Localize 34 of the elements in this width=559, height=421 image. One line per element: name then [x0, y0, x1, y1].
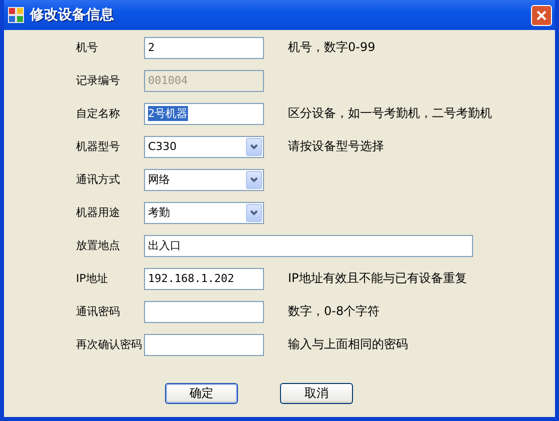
dropdown[interactable]: 网络: [144, 168, 264, 190]
ok-button[interactable]: 确定: [165, 383, 238, 404]
hint-text: 区分设备，如一号考勤机，二号考勤机: [288, 105, 492, 122]
text-field[interactable]: 192.168.1.202: [144, 268, 264, 290]
dropdown[interactable]: C330: [144, 136, 264, 158]
close-button[interactable]: [531, 4, 552, 26]
field-label: 记录编号: [76, 73, 121, 88]
field-label: 通讯方式: [76, 172, 121, 187]
window-title: 修改设备信息: [30, 6, 115, 24]
hint-text: 输入与上面相同的密码: [288, 336, 408, 353]
field-label: 放置地点: [76, 238, 121, 253]
text-field[interactable]: 2: [144, 36, 264, 58]
chevron-down-icon[interactable]: [246, 170, 262, 188]
field-label: 机器型号: [76, 139, 121, 154]
hint-text: IP地址有效且不能与已有设备重复: [288, 270, 467, 287]
app-icon: [8, 7, 24, 23]
field-label: 机号: [76, 40, 99, 55]
text-field[interactable]: [144, 300, 264, 322]
field-label: 通讯密码: [76, 304, 121, 319]
cancel-button[interactable]: 取消: [280, 383, 353, 404]
text-field[interactable]: [144, 334, 264, 356]
field-label: IP地址: [76, 271, 109, 286]
field-label: 机器用途: [76, 205, 121, 220]
text-field[interactable]: 出入口: [144, 234, 473, 256]
chevron-down-icon[interactable]: [246, 138, 262, 156]
hint-text: 机号，数字0-99: [288, 39, 376, 56]
chevron-down-icon[interactable]: [246, 204, 262, 222]
field-label: 自定名称: [76, 106, 121, 121]
hint-text: 请按设备型号选择: [288, 138, 384, 155]
field-label: 再次确认密码: [76, 337, 143, 352]
dropdown[interactable]: 考勤: [144, 202, 264, 224]
close-icon: [536, 10, 547, 20]
hint-text: 数字，0-8个字符: [288, 303, 380, 320]
text-field[interactable]: 2号机器: [144, 102, 264, 124]
